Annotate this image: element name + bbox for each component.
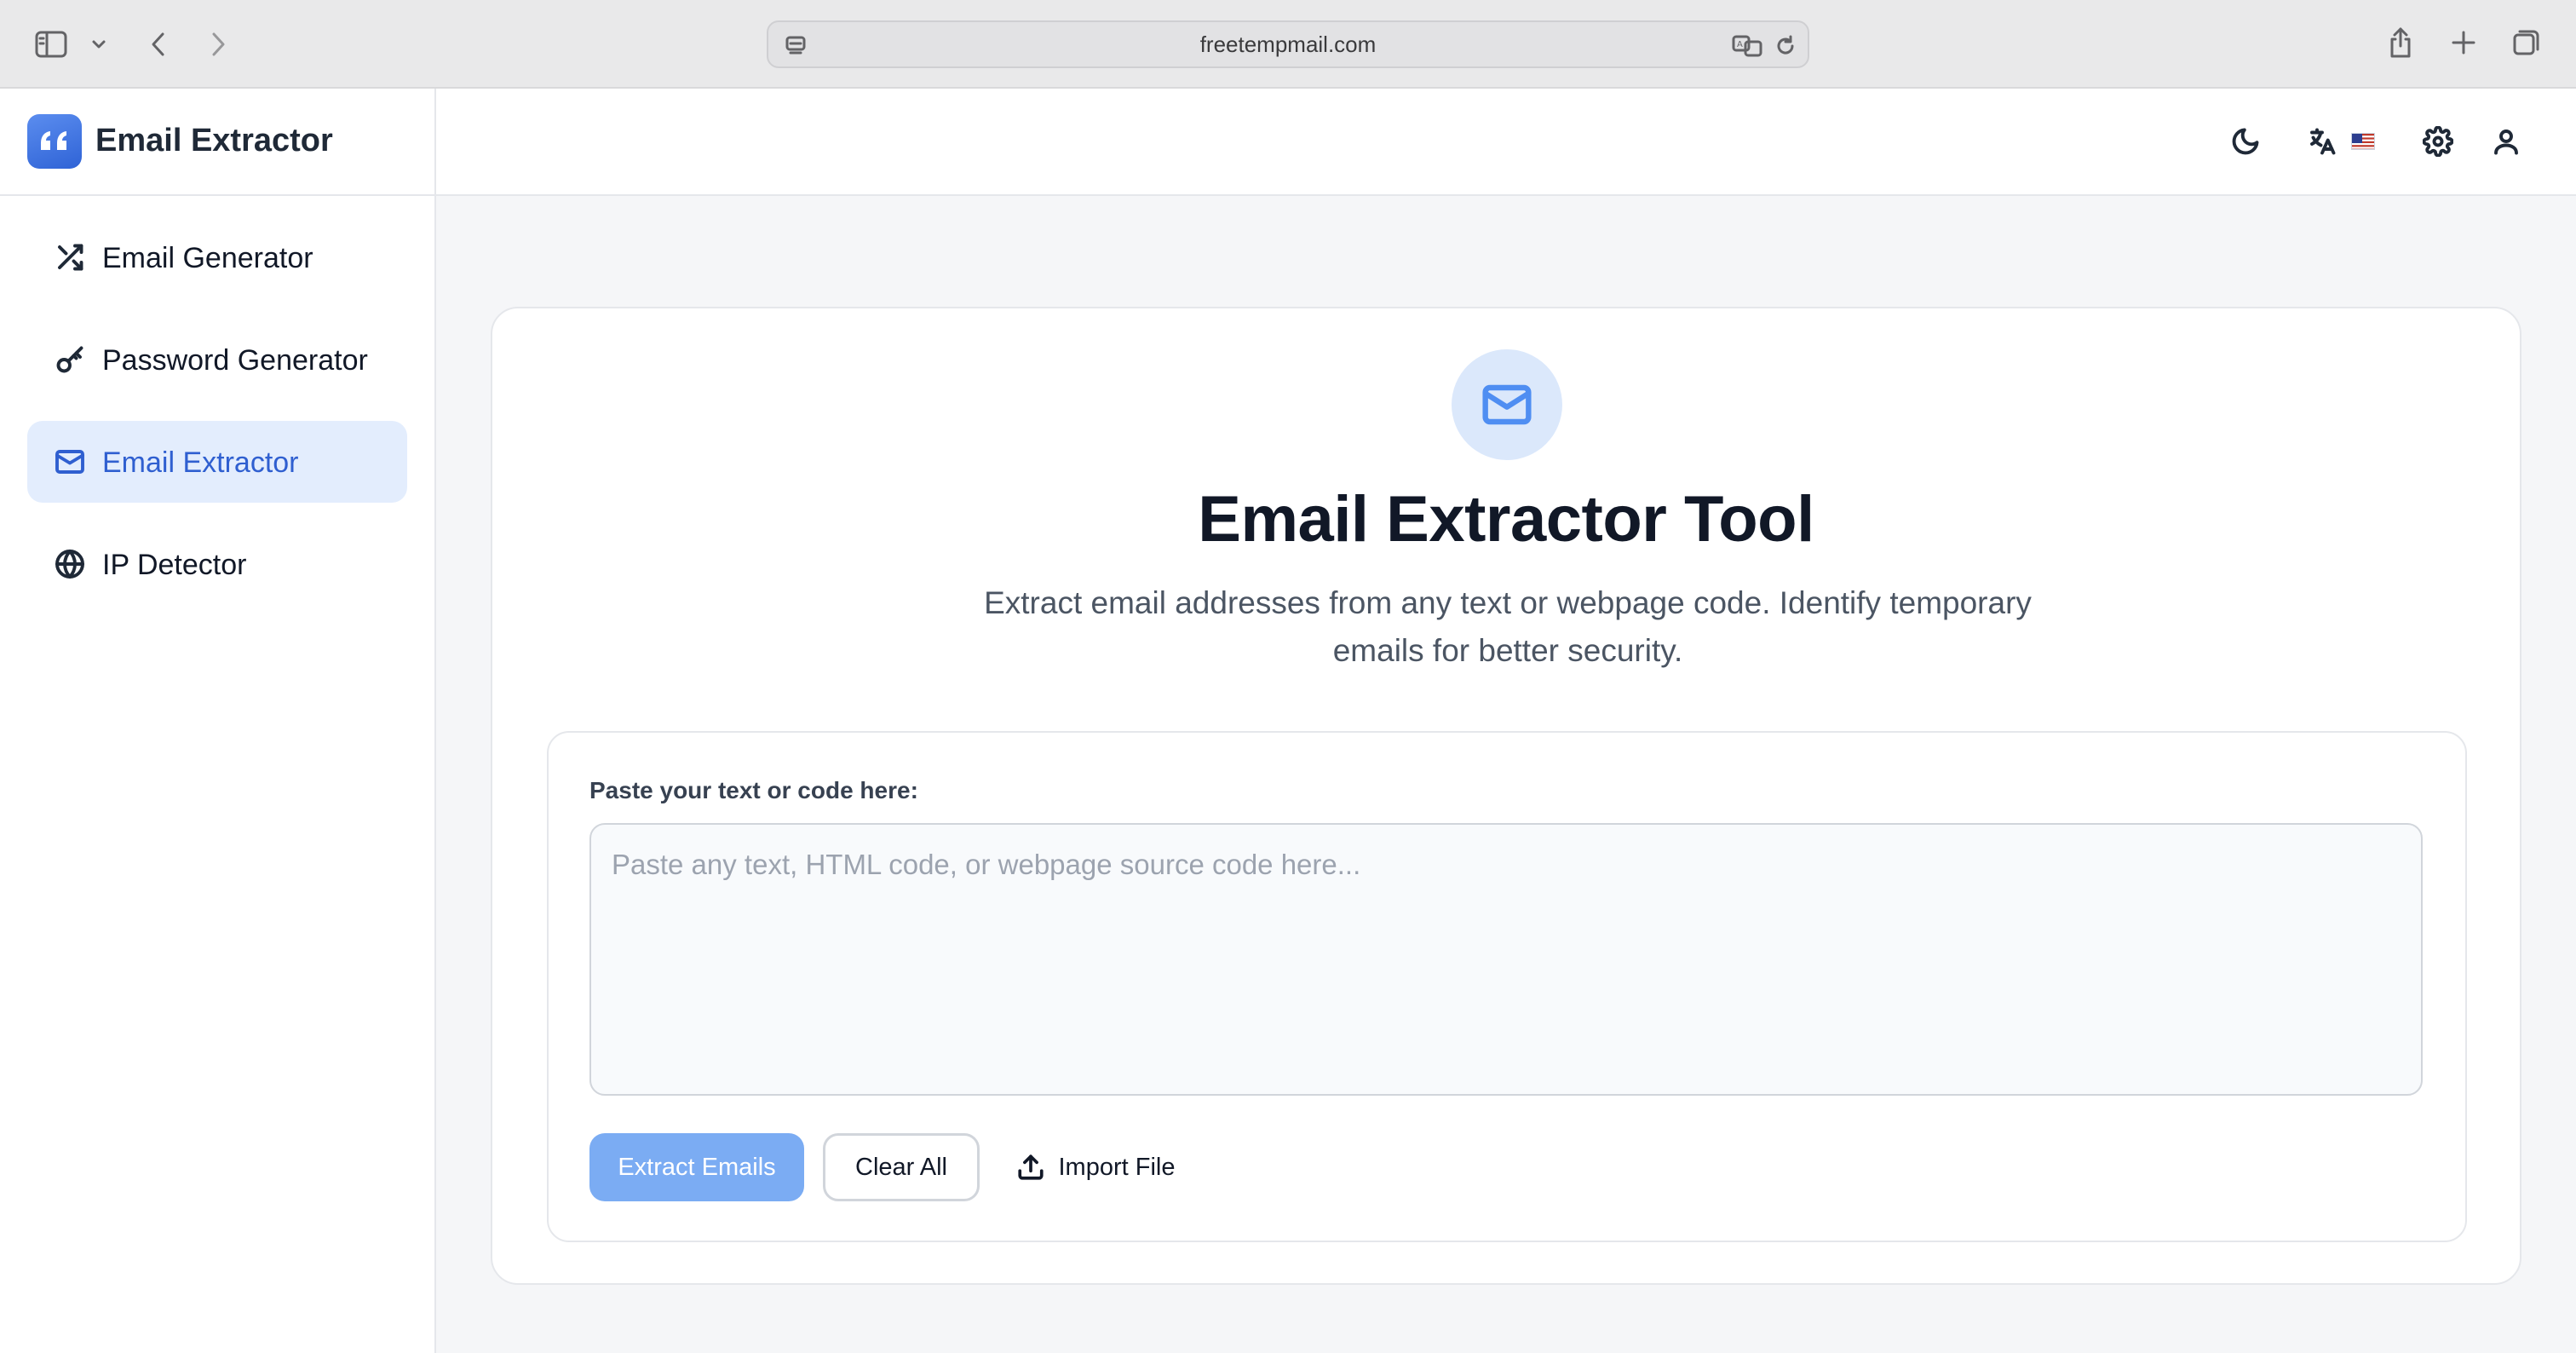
- import-file-label: Import File: [1058, 1153, 1176, 1181]
- mail-icon: [1452, 349, 1562, 460]
- forward-arrow-icon[interactable]: [203, 26, 233, 63]
- extractor-card: Email Extractor Tool Extract email addre…: [491, 307, 2521, 1285]
- shuffle-icon: [55, 242, 85, 273]
- text-input[interactable]: [589, 823, 2423, 1096]
- import-file-button[interactable]: Import File: [1005, 1133, 1186, 1201]
- sidebar-item-label: Email Generator: [102, 242, 313, 274]
- reload-icon[interactable]: [1772, 32, 1799, 60]
- text-input-label: Paste your text or code here:: [589, 777, 918, 803]
- sidebar-nav: Email Generator Password Generator Email…: [27, 216, 407, 625]
- brand[interactable]: Email Extractor: [0, 89, 434, 196]
- clear-all-button[interactable]: Clear All: [823, 1133, 980, 1201]
- page-title: Email Extractor Tool: [1198, 483, 1814, 556]
- browser-toolbar: freetempmail.com A: [0, 0, 2576, 89]
- sidebar-item-label: Email Extractor: [102, 446, 299, 479]
- share-icon[interactable]: [2383, 24, 2418, 61]
- user-icon[interactable]: [2489, 124, 2523, 158]
- extract-emails-button[interactable]: Extract Emails: [589, 1133, 804, 1201]
- back-arrow-icon[interactable]: [143, 26, 174, 63]
- sidebar-item-label: IP Detector: [102, 549, 247, 581]
- moon-icon[interactable]: [2228, 124, 2263, 158]
- gear-icon[interactable]: [2421, 124, 2455, 158]
- tab-overview-icon[interactable]: [2510, 26, 2544, 60]
- sidebar-item-email-extractor[interactable]: Email Extractor: [27, 421, 407, 503]
- sidebar-toggle-icon[interactable]: [32, 26, 70, 63]
- brand-title: Email Extractor: [95, 123, 333, 158]
- new-tab-icon[interactable]: [2447, 26, 2481, 60]
- sidebar-item-label: Password Generator: [102, 344, 368, 377]
- page-subtitle: Extract email addresses from any text or…: [984, 585, 2032, 668]
- input-panel: Paste your text or code here: Extract Em…: [547, 731, 2467, 1242]
- translate-icon[interactable]: [2305, 124, 2339, 158]
- mail-icon: [55, 446, 85, 477]
- translate-page-icon[interactable]: A: [1731, 31, 1765, 61]
- globe-icon: [55, 549, 85, 579]
- sidebar: Email Extractor Email Generator Password…: [0, 89, 436, 1353]
- sidebar-item-ip-detector[interactable]: IP Detector: [27, 523, 407, 605]
- app-header: [436, 89, 2576, 196]
- key-icon: [55, 344, 85, 375]
- chevron-down-icon[interactable]: [89, 32, 109, 56]
- url-text: freetempmail.com: [1199, 31, 1377, 57]
- quote-logo-icon: [27, 114, 82, 169]
- upload-icon: [1017, 1154, 1044, 1180]
- svg-text:A: A: [1737, 40, 1743, 49]
- sidebar-item-password-generator[interactable]: Password Generator: [27, 319, 407, 400]
- address-bar[interactable]: freetempmail.com A: [767, 20, 1809, 68]
- us-flag-icon[interactable]: [2351, 133, 2375, 150]
- sidebar-item-email-generator[interactable]: Email Generator: [27, 216, 407, 298]
